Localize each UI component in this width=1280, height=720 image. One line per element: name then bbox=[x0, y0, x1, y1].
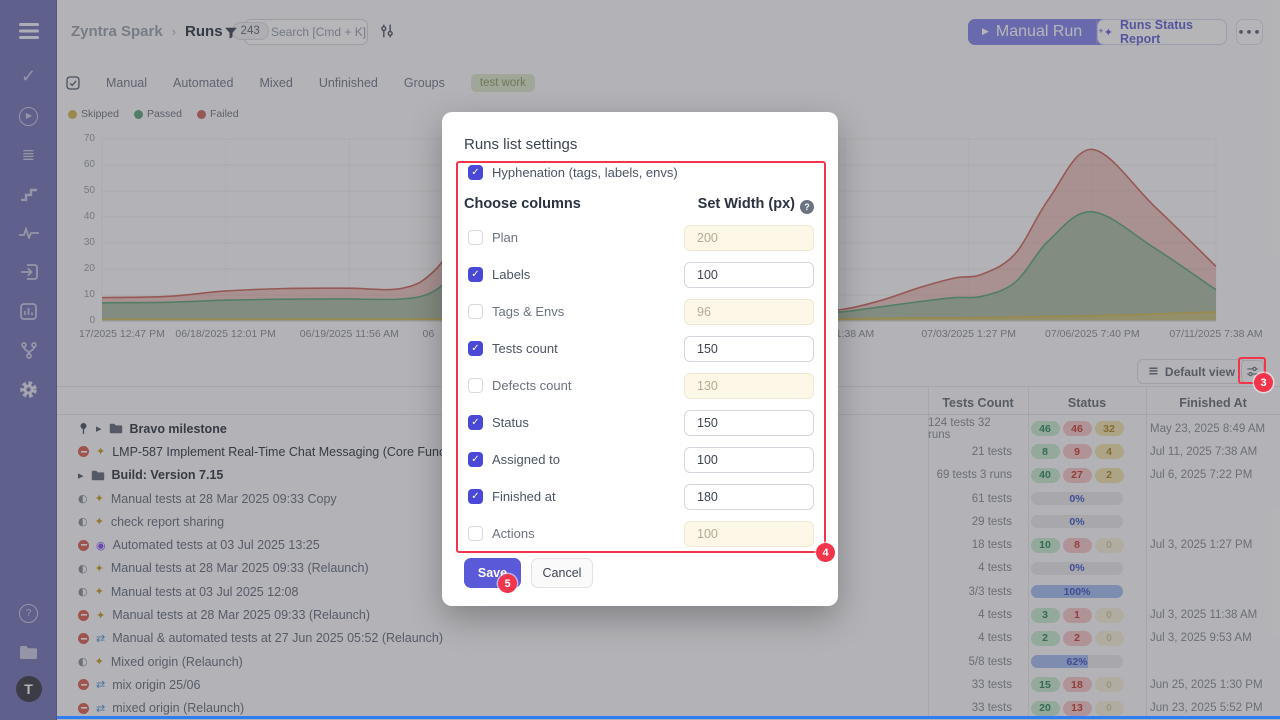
modal-title: Runs list settings bbox=[464, 136, 577, 153]
annotation-step-3: 3 bbox=[1254, 373, 1273, 392]
bottom-scroll-indicator bbox=[57, 716, 1280, 719]
annotation-rect-columns bbox=[456, 161, 826, 553]
cancel-button[interactable]: Cancel bbox=[531, 558, 593, 588]
annotation-step-4: 4 bbox=[816, 543, 835, 562]
modal-buttons: Save Cancel bbox=[464, 558, 593, 588]
app-window: ✓ ▶ ≣ ? T Zyntra Spark › Runs bbox=[0, 0, 1280, 720]
annotation-step-5: 5 bbox=[498, 574, 517, 593]
